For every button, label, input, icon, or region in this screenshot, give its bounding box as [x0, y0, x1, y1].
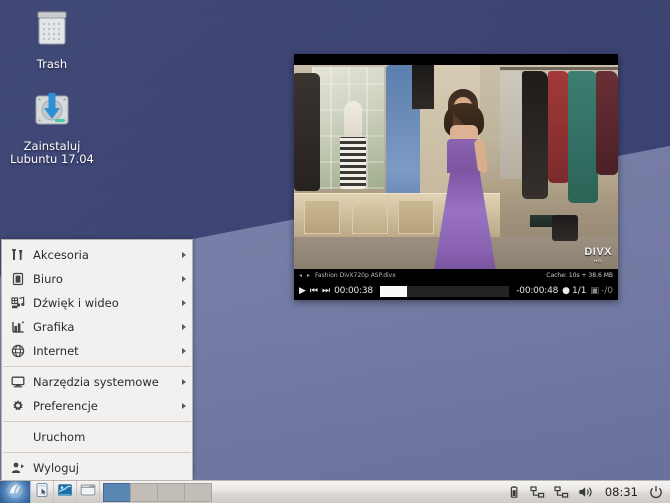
accessories-icon — [10, 247, 26, 263]
install-disc-icon — [4, 88, 100, 135]
preferences-gear-icon — [10, 398, 26, 414]
player-frame-indicator[interactable]: ▣ -/0 — [590, 286, 613, 296]
submenu-arrow-icon — [182, 276, 186, 282]
web-browser-icon — [57, 482, 73, 502]
menu-separator — [3, 366, 191, 367]
letterbox-bar — [294, 54, 618, 65]
workspace-pager[interactable] — [103, 482, 212, 502]
terminal-window-icon — [80, 482, 96, 502]
menu-item-label: Preferencje — [33, 399, 98, 413]
divx-watermark: DIVX HD — [584, 246, 612, 263]
divx-watermark-sub: HD — [594, 258, 603, 263]
player-chapter-value: 1/1 — [571, 286, 587, 296]
player-seek-progress — [379, 285, 408, 297]
internet-globe-icon — [10, 343, 26, 359]
chapter-marker-icon: ● — [562, 286, 570, 296]
volume-icon[interactable] — [578, 485, 594, 499]
graphics-icon — [10, 319, 26, 335]
player-remaining-time: -00:00:48 — [516, 286, 559, 296]
office-icon — [10, 271, 26, 287]
power-icon[interactable] — [649, 485, 663, 499]
chevron-right-icon[interactable]: ▸ — [307, 272, 310, 279]
submenu-arrow-icon — [182, 403, 186, 409]
menu-item-label: Internet — [33, 344, 79, 358]
desktop-screen: Trash Zainstaluj Lubuntu 17.04 DIVX HD ◂… — [0, 0, 670, 503]
desktop-icon-install-lubuntu[interactable]: Zainstaluj Lubuntu 17.04 — [4, 88, 100, 166]
network-icon[interactable] — [530, 485, 545, 499]
taskbar[interactable]: 08:31 — [0, 480, 670, 503]
desktop-icon-trash[interactable]: Trash — [4, 6, 100, 71]
network-icon[interactable] — [554, 485, 569, 499]
divx-watermark-text: DIVX — [584, 246, 612, 258]
menu-item-akcesoria[interactable]: Akcesoria — [2, 243, 192, 267]
menu-item-preferencje[interactable]: Preferencje — [2, 394, 192, 418]
start-menu-button[interactable] — [0, 481, 31, 503]
player-chapter-indicator[interactable]: ● 1/1 — [562, 286, 586, 296]
taskbar-clock[interactable]: 08:31 — [603, 485, 640, 499]
previous-track-icon[interactable]: ⏮ — [310, 286, 318, 296]
logout-user-icon — [10, 460, 26, 476]
system-tray[interactable]: 08:31 — [507, 481, 670, 503]
application-menu[interactable]: Akcesoria Biuro Dźwięk i wideo Grafika I… — [1, 239, 193, 480]
next-track-icon[interactable]: ⏭ — [322, 286, 330, 296]
menu-separator — [3, 452, 191, 453]
submenu-arrow-icon — [182, 252, 186, 258]
menu-item-wyloguj[interactable]: Wyloguj — [2, 456, 192, 480]
quicklaunch-web-browser[interactable] — [54, 481, 77, 503]
multimedia-icon — [10, 295, 26, 311]
menu-item-narzedzia-systemowe[interactable]: Narzędzia systemowe — [2, 370, 192, 394]
video-frame-content: DIVX HD — [294, 65, 618, 269]
player-elapsed-time: 00:00:38 — [334, 286, 373, 296]
player-status-row: ◂ ▸ Fashion DivX720p ASP.divx Cache: 10s… — [294, 269, 618, 282]
player-cache-status: Cache: 10s + 38.6 MB — [546, 272, 613, 279]
video-player-window[interactable]: DIVX HD ◂ ▸ Fashion DivX720p ASP.divx Ca… — [294, 54, 618, 300]
menu-item-label: Uruchom — [33, 430, 86, 444]
play-icon[interactable]: ▶ — [299, 286, 306, 296]
desktop-icon-trash-label: Trash — [36, 57, 68, 71]
quicklaunch-terminal[interactable] — [77, 481, 100, 503]
menu-separator — [3, 421, 191, 422]
menu-item-grafika[interactable]: Grafika — [2, 315, 192, 339]
menu-item-label: Biuro — [33, 272, 63, 286]
submenu-arrow-icon — [182, 324, 186, 330]
frame-counter-icon: ▣ — [590, 286, 599, 296]
menu-item-uruchom[interactable]: Uruchom — [2, 425, 192, 449]
menu-item-biuro[interactable]: Biuro — [2, 267, 192, 291]
lubuntu-start-icon — [6, 481, 24, 503]
menu-item-label: Wyloguj — [33, 461, 79, 475]
system-monitor-icon — [10, 374, 26, 390]
player-transport-row[interactable]: ▶ ⏮ ⏭ 00:00:38 -00:00:48 ● 1/1 ▣ -/0 — [294, 282, 618, 300]
trash-icon — [4, 6, 100, 53]
player-control-bar[interactable]: ◂ ▸ Fashion DivX720p ASP.divx Cache: 10s… — [294, 269, 618, 300]
submenu-arrow-icon — [182, 300, 186, 306]
menu-item-label: Akcesoria — [33, 248, 89, 262]
desktop-icon-install-label-line2: Lubuntu 17.04 — [10, 152, 94, 166]
quicklaunch-file-manager[interactable] — [31, 481, 54, 503]
player-seek-bar[interactable] — [379, 285, 510, 297]
battery-icon[interactable] — [507, 485, 521, 499]
task-button-area[interactable] — [211, 482, 507, 503]
workspace-cell-1[interactable] — [103, 482, 131, 502]
file-manager-icon — [34, 482, 50, 502]
menu-item-dzwiek-i-wideo[interactable]: Dźwięk i wideo — [2, 291, 192, 315]
video-canvas[interactable]: DIVX HD — [294, 54, 618, 269]
workspace-cell-2[interactable] — [130, 482, 158, 502]
menu-item-internet[interactable]: Internet — [2, 339, 192, 363]
workspace-cell-4[interactable] — [184, 482, 212, 502]
submenu-arrow-icon — [182, 379, 186, 385]
menu-item-label: Dźwięk i wideo — [33, 296, 119, 310]
submenu-arrow-icon — [182, 348, 186, 354]
menu-item-label: Grafika — [33, 320, 75, 334]
menu-item-label: Narzędzia systemowe — [33, 375, 159, 389]
desktop-icon-install-label-line1: Zainstaluj — [23, 139, 81, 153]
chevron-left-icon[interactable]: ◂ — [299, 272, 302, 279]
player-file-title: Fashion DivX720p ASP.divx — [315, 272, 396, 279]
workspace-cell-3[interactable] — [157, 482, 185, 502]
player-frames-value: -/0 — [600, 286, 613, 296]
